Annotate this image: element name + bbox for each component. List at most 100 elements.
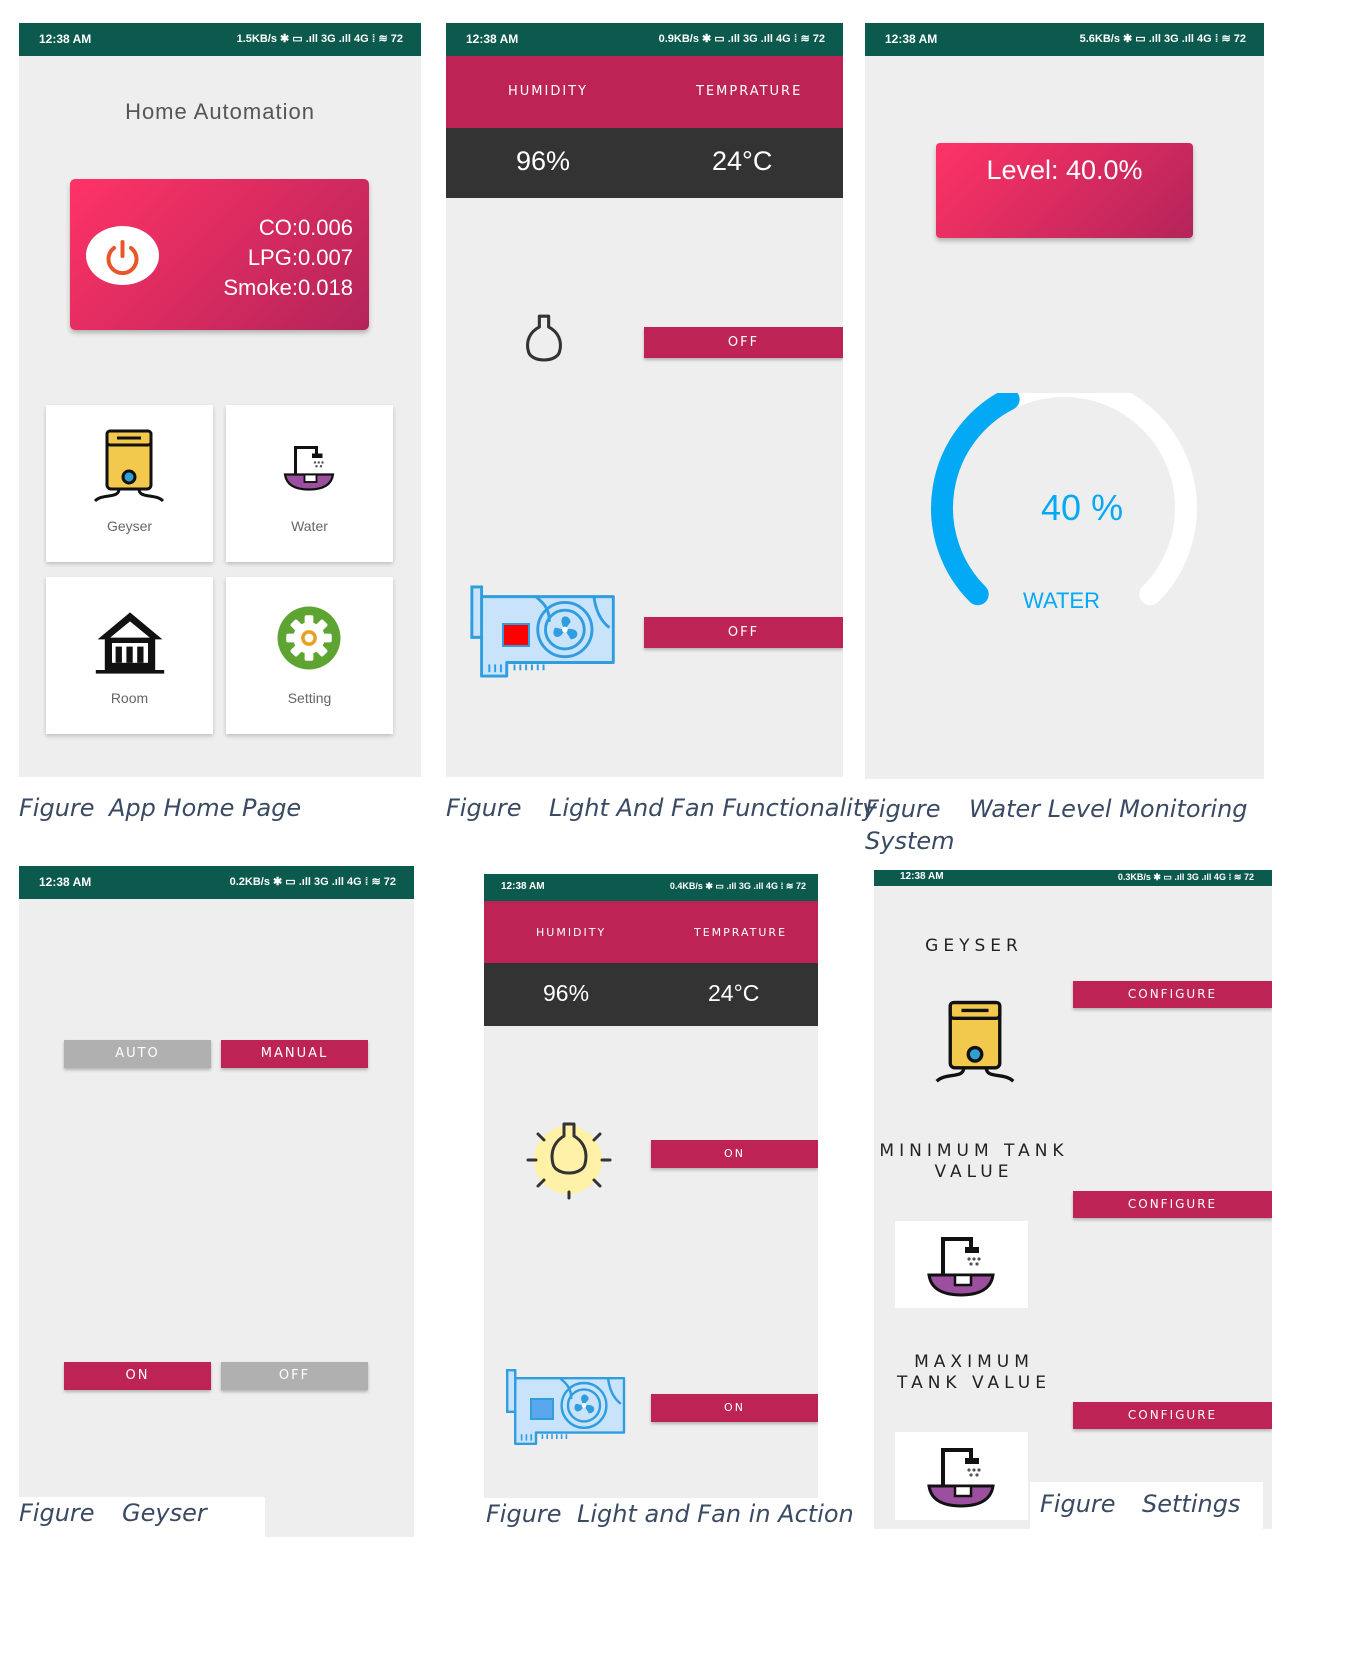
caption-figure: Figure — [19, 794, 95, 822]
water-tile[interactable]: Water — [226, 405, 393, 562]
fan-indicator — [530, 1398, 554, 1420]
light-toggle-button[interactable]: ON — [651, 1140, 818, 1168]
temperature-label: TEMPRATURE — [696, 84, 803, 99]
gas-sensor-card: CO:0.006 LPG:0.007 Smoke:0.018 — [70, 179, 369, 330]
light-toggle-button[interactable]: OFF — [644, 327, 843, 358]
caption-figure: Figure — [446, 794, 522, 822]
caption-figure: Figure — [1040, 1490, 1116, 1518]
status-time: 12:38 AM — [39, 875, 92, 889]
water-tank-icon — [279, 437, 339, 497]
gauge-label: WATER — [1023, 588, 1100, 613]
status-bar: 12:38 AM 0.2KB/s ✱ ▭ .ıll 3G .ıll 4G ⁞ ≋… — [19, 866, 414, 899]
max-tank-label-line2: TANK VALUE — [897, 1373, 1051, 1393]
tile-label: Geyser — [106, 518, 153, 534]
tile-label: Room — [110, 690, 149, 706]
caption-text-line2: System — [865, 827, 955, 855]
temperature-value: 24°C — [708, 980, 760, 1006]
bulb-icon — [518, 310, 570, 372]
power-button[interactable] — [86, 226, 159, 285]
min-tank-label-line2: VALUE — [934, 1162, 1014, 1182]
status-bar: 12:38 AM 0.4KB/s ✱ ▭ .ıll 3G .ıll 4G ⁞ ≋… — [484, 874, 818, 901]
status-icons: 0.9KB/s ✱ ▭ .ıll 3G .ıll 4G ⁞ ≋ 72 — [658, 33, 825, 45]
configure-max-button[interactable]: CONFIGURE — [1073, 1402, 1272, 1429]
geyser-on-button[interactable]: ON — [64, 1362, 211, 1390]
caption-figure: Figure — [865, 795, 941, 823]
status-time: 12:38 AM — [39, 32, 92, 46]
geyser-screen: 12:38 AM 0.2KB/s ✱ ▭ .ıll 3G .ıll 4G ⁞ ≋… — [19, 866, 414, 1537]
water-level-screen: 12:38 AM 5.6KB/s ✱ ▭ .ıll 3G .ıll 4G ⁞ ≋… — [865, 23, 1264, 779]
configure-min-button[interactable]: CONFIGURE — [1073, 1191, 1272, 1218]
co-reading: CO:0.006 — [258, 215, 353, 240]
auto-mode-button[interactable]: AUTO — [64, 1040, 211, 1068]
caption-text: Light and Fan in Action — [577, 1500, 854, 1528]
sensor-header: HUMIDITY TEMPRATURE — [446, 56, 843, 128]
caption-text: App Home Page — [109, 794, 302, 822]
water-tank-icon — [913, 1436, 1009, 1516]
light-fan-action-screen: 12:38 AM 0.4KB/s ✱ ▭ .ıll 3G .ıll 4G ⁞ ≋… — [484, 874, 818, 1498]
geyser-icon — [89, 427, 169, 507]
humidity-value: 96% — [516, 146, 571, 176]
status-icons: 1.5KB/s ✱ ▭ .ıll 3G .ıll 4G ⁞ ≋ 72 — [236, 33, 403, 45]
caption-figure: Figure — [19, 1499, 95, 1527]
status-icons: 0.4KB/s ✱ ▭ .ıll 3G .ıll 4G ⁞ ≋ 72 — [669, 881, 806, 891]
geyser-tile[interactable]: Geyser — [46, 405, 213, 562]
status-time: 12:38 AM — [885, 32, 938, 46]
sensor-values: 96% 24°C — [484, 963, 818, 1026]
fan-toggle-button[interactable]: ON — [651, 1394, 818, 1422]
status-icons: 5.6KB/s ✱ ▭ .ıll 3G .ıll 4G ⁞ ≋ 72 — [1079, 33, 1246, 45]
caption-text: Settings — [1142, 1490, 1241, 1518]
status-bar: 12:38 AM 5.6KB/s ✱ ▭ .ıll 3G .ıll 4G ⁞ ≋… — [865, 23, 1264, 56]
fan-card-icon — [504, 1366, 632, 1448]
max-tank-image — [895, 1432, 1028, 1520]
page-title: Home Automation — [125, 99, 315, 124]
geyser-icon — [920, 998, 1030, 1088]
house-icon — [94, 607, 166, 679]
sensor-values: 96% 24°C — [446, 128, 843, 198]
manual-mode-button[interactable]: MANUAL — [221, 1040, 368, 1068]
tile-label: Setting — [287, 690, 332, 706]
configure-geyser-button[interactable]: CONFIGURE — [1073, 981, 1272, 1008]
settings-screen: 12:38 AM 0.3KB/s ✱ ▭ .ıll 3G .ıll 4G ⁞ ≋… — [874, 870, 1272, 1529]
status-bar: 12:38 AM 0.9KB/s ✱ ▭ .ıll 3G .ıll 4G ⁞ ≋… — [446, 23, 843, 56]
smoke-reading: Smoke:0.018 — [223, 275, 353, 300]
status-bar: 12:38 AM 0.3KB/s ✱ ▭ .ıll 3G .ıll 4G ⁞ ≋… — [874, 870, 1272, 886]
room-tile[interactable]: Room — [46, 577, 213, 734]
gauge-value: 40 — [1041, 487, 1082, 528]
geyser-setting-label: GEYSER — [925, 936, 1023, 956]
humidity-label: HUMIDITY — [508, 84, 589, 99]
temperature-value: 24°C — [712, 146, 773, 176]
status-bar: 12:38 AM 1.5KB/s ✱ ▭ .ıll 3G .ıll 4G ⁞ ≋… — [19, 23, 421, 56]
status-icons: 0.2KB/s ✱ ▭ .ıll 3G .ıll 4G ⁞ ≋ 72 — [229, 876, 396, 888]
caption-figure: Figure — [486, 1500, 562, 1528]
gauge-unit: % — [1091, 487, 1124, 528]
water-level-card: Level: 40.0% — [936, 143, 1193, 238]
humidity-label: HUMIDITY — [536, 926, 607, 939]
tile-label: Water — [291, 518, 328, 534]
water-level-value: Level: 40.0% — [986, 155, 1143, 185]
setting-tile[interactable]: Setting — [226, 577, 393, 734]
fan-toggle-button[interactable]: OFF — [644, 617, 843, 648]
sensor-header: HUMIDITY TEMPRATURE — [484, 901, 818, 963]
gauge-fill — [931, 393, 1020, 606]
status-time: 12:38 AM — [900, 871, 944, 882]
status-icons: 0.3KB/s ✱ ▭ .ıll 3G .ıll 4G ⁞ ≋ 72 — [1117, 872, 1254, 882]
caption-text: Light And Fan Functionality — [549, 794, 877, 822]
lpg-reading: LPG:0.007 — [247, 245, 353, 270]
status-time: 12:38 AM — [501, 881, 545, 892]
light-fan-screen: 12:38 AM 0.9KB/s ✱ ▭ .ıll 3G .ıll 4G ⁞ ≋… — [446, 23, 843, 777]
status-time: 12:38 AM — [466, 32, 519, 46]
min-tank-image — [895, 1221, 1028, 1308]
power-icon — [106, 240, 139, 276]
gauge-percent: 40 % — [1041, 487, 1123, 529]
caption-text: Water Level Monitoring — [969, 795, 1248, 823]
fan-card-icon — [468, 583, 623, 680]
humidity-value: 96% — [543, 980, 590, 1006]
caption-text: Geyser — [122, 1499, 207, 1527]
gear-icon — [274, 603, 344, 673]
temperature-label: TEMPRATURE — [694, 926, 788, 939]
home-screen: 12:38 AM 1.5KB/s ✱ ▭ .ıll 3G .ıll 4G ⁞ ≋… — [19, 23, 421, 777]
bulb-on-icon — [526, 1122, 612, 1200]
geyser-off-button[interactable]: OFF — [221, 1362, 368, 1390]
fan-indicator — [502, 623, 530, 647]
water-tank-icon — [913, 1225, 1009, 1305]
